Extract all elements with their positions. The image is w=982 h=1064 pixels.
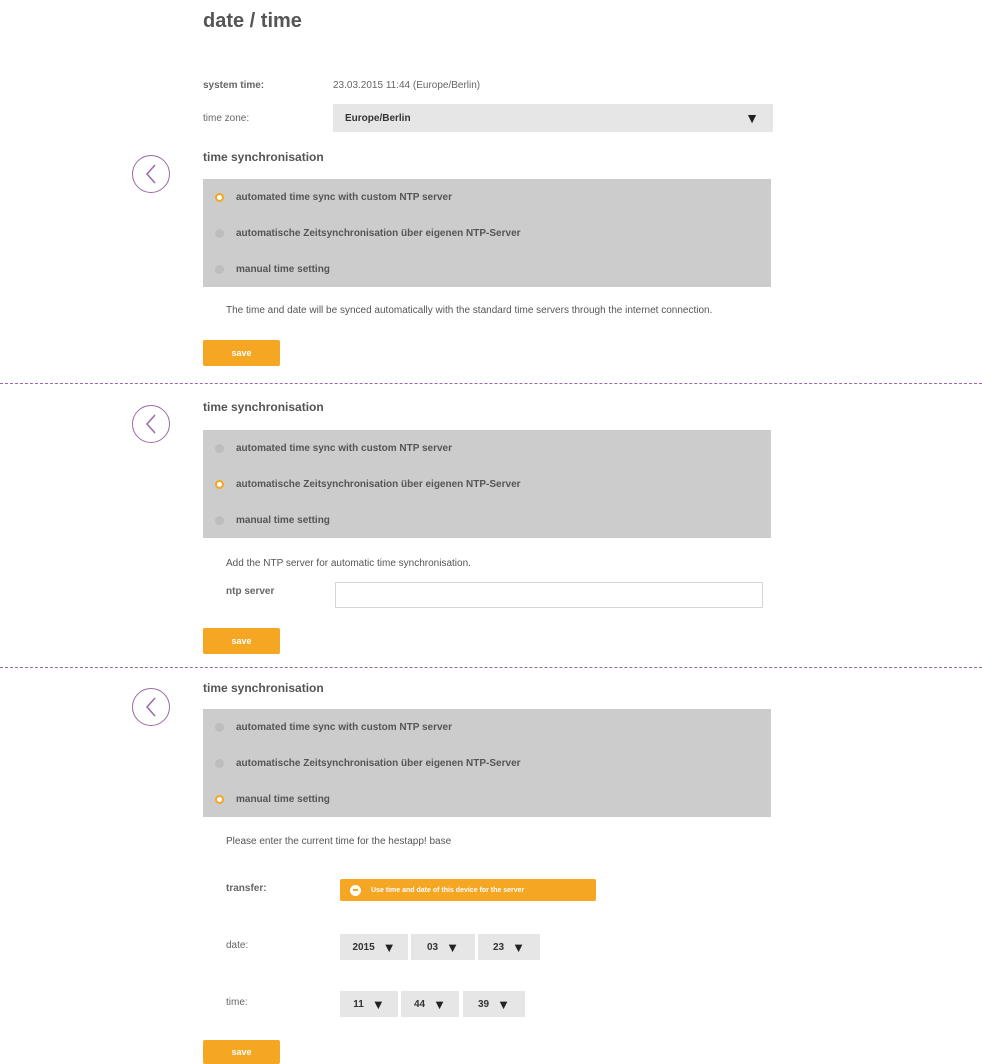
save-button[interactable]: save: [203, 1040, 280, 1064]
radio-label: manual time setting: [236, 263, 330, 275]
radio-option-eigener-ntp[interactable]: automatische Zeitsynchronisation über ei…: [203, 466, 771, 502]
ntp-server-input[interactable]: [335, 582, 763, 608]
system-time-value: 23.03.2015 11:44 (Europe/Berlin): [333, 80, 481, 91]
radio-label: manual time setting: [236, 514, 330, 526]
radio-selected-icon[interactable]: [215, 479, 224, 489]
back-button[interactable]: [132, 155, 170, 193]
caret-down-icon: ▼: [446, 939, 459, 955]
radio-unselected-icon[interactable]: [215, 758, 224, 768]
caret-down-icon: ▼: [371, 996, 385, 1012]
year-select[interactable]: 2015 ▼: [340, 934, 408, 960]
radio-unselected-icon[interactable]: [215, 722, 224, 732]
chevron-left-icon: [145, 414, 156, 434]
info-text: The time and date will be synced automat…: [226, 305, 713, 316]
radio-unselected-icon[interactable]: [215, 515, 224, 525]
use-device-time-label: Use time and date of this device for the…: [371, 886, 525, 894]
radio-label: automatische Zeitsynchronisation über ei…: [236, 478, 521, 490]
time-label: time:: [226, 997, 248, 1008]
radio-selected-icon[interactable]: [215, 794, 224, 804]
system-time-label: system time:: [203, 80, 265, 91]
month-select[interactable]: 03 ▼: [411, 934, 475, 960]
caret-down-icon: ▼: [433, 996, 446, 1012]
month-value: 03: [427, 941, 439, 953]
radio-option-manual[interactable]: manual time setting: [203, 502, 771, 538]
second-select[interactable]: 39 ▼: [463, 991, 525, 1017]
time-zone-select[interactable]: Europe/Berlin ▼: [333, 104, 773, 132]
section-heading: time synchronisation: [203, 150, 324, 164]
time-zone-value: Europe/Berlin: [345, 112, 411, 124]
use-device-time-button[interactable]: Use time and date of this device for the…: [340, 879, 596, 901]
radio-label: automated time sync with custom NTP serv…: [236, 442, 452, 454]
date-label: date:: [226, 940, 249, 951]
year-value: 2015: [352, 941, 375, 953]
sync-radio-group: automated time sync with custom NTP serv…: [203, 709, 771, 817]
caret-down-icon: ▼: [512, 939, 525, 955]
radio-label: automatische Zeitsynchronisation über ei…: [236, 227, 521, 239]
back-button[interactable]: [132, 405, 170, 443]
hour-select[interactable]: 11 ▼: [340, 991, 398, 1017]
sync-radio-group: automated time sync with custom NTP serv…: [203, 430, 771, 538]
radio-option-custom-ntp[interactable]: automated time sync with custom NTP serv…: [203, 430, 771, 466]
hour-value: 11: [353, 998, 364, 1010]
caret-down-icon: ▼: [382, 939, 396, 955]
radio-option-custom-ntp[interactable]: automated time sync with custom NTP serv…: [203, 179, 771, 215]
day-select[interactable]: 23 ▼: [478, 934, 540, 960]
back-button[interactable]: [132, 688, 170, 726]
caret-down-icon: ▼: [745, 110, 759, 126]
radio-unselected-icon[interactable]: [215, 228, 224, 238]
radio-label: manual time setting: [236, 793, 330, 805]
ntp-server-label: ntp server: [226, 586, 275, 597]
caret-down-icon: ▼: [497, 996, 510, 1012]
minus-circle-icon: [350, 884, 361, 896]
radio-unselected-icon[interactable]: [215, 264, 224, 274]
section-heading: time synchronisation: [203, 681, 324, 695]
day-value: 23: [493, 941, 505, 953]
chevron-left-icon: [145, 164, 156, 184]
section-divider: [0, 667, 982, 668]
section-heading: time synchronisation: [203, 400, 324, 414]
time-zone-label: time zone:: [203, 113, 250, 124]
page-title: date / time: [203, 10, 302, 32]
second-value: 39: [478, 998, 490, 1010]
radio-option-manual[interactable]: manual time setting: [203, 251, 771, 287]
radio-label: automated time sync with custom NTP serv…: [236, 721, 452, 733]
minute-select[interactable]: 44 ▼: [401, 991, 459, 1017]
info-text: Please enter the current time for the he…: [226, 836, 452, 847]
save-button[interactable]: save: [203, 628, 280, 654]
sync-radio-group: automated time sync with custom NTP serv…: [203, 179, 771, 287]
transfer-label: transfer:: [226, 883, 267, 894]
radio-unselected-icon[interactable]: [215, 443, 224, 453]
radio-label: automatische Zeitsynchronisation über ei…: [236, 757, 521, 769]
minute-value: 44: [414, 998, 426, 1010]
radio-option-manual[interactable]: manual time setting: [203, 781, 771, 817]
radio-selected-icon[interactable]: [215, 192, 224, 202]
radio-option-eigener-ntp[interactable]: automatische Zeitsynchronisation über ei…: [203, 745, 771, 781]
info-text: Add the NTP server for automatic time sy…: [226, 558, 471, 569]
save-button[interactable]: save: [203, 340, 280, 366]
radio-label: automated time sync with custom NTP serv…: [236, 191, 452, 203]
radio-option-eigener-ntp[interactable]: automatische Zeitsynchronisation über ei…: [203, 215, 771, 251]
chevron-left-icon: [145, 697, 156, 717]
radio-option-custom-ntp[interactable]: automated time sync with custom NTP serv…: [203, 709, 771, 745]
section-divider: [0, 383, 982, 384]
